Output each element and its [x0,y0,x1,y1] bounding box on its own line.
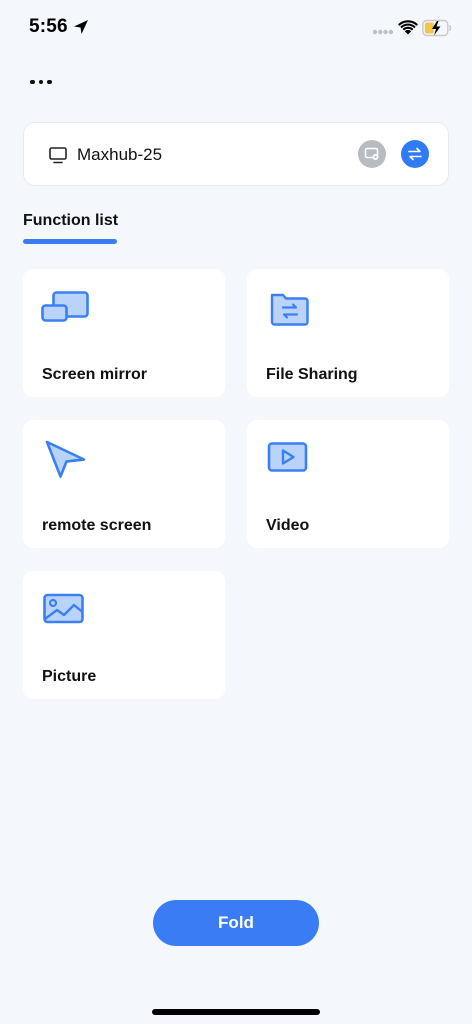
battery-charging-icon [422,19,452,37]
tile-label: File Sharing [266,366,358,383]
status-bar: 5:56 [0,0,472,56]
app-screen: 5:56 Maxhub-25 Function list Screen mirr… [0,0,472,1024]
video-icon [267,442,308,472]
more-dot [30,79,35,85]
remote-screen-icon [45,440,86,478]
status-time: 5:56 [29,16,68,37]
remote-screen-tile[interactable]: remote screen [23,420,225,548]
tab-underline [23,239,117,244]
file-sharing-tile[interactable]: File Sharing [247,269,449,397]
fold-button[interactable]: Fold [153,900,319,946]
tile-label: Video [266,517,310,534]
more-dot [47,79,52,85]
screen-mirror-icon [41,291,89,322]
location-arrow-icon [74,20,88,34]
video-tile[interactable]: Video [247,420,449,548]
more-dot [38,79,43,85]
cellular-signal-icon [372,29,394,35]
disconnect-button[interactable] [358,140,386,168]
tile-label: remote screen [42,517,152,534]
wifi-icon [398,20,418,35]
picture-tile[interactable]: Picture [23,571,225,699]
home-indicator[interactable] [152,1009,320,1015]
function-list-tab[interactable]: Function list [23,212,118,230]
screen-disconnect-icon [364,147,379,160]
picture-icon [43,593,84,624]
monitor-icon [49,147,67,164]
tile-label: Picture [42,668,97,685]
connected-device-card: Maxhub-25 [23,122,449,186]
switch-device-button[interactable] [401,140,429,168]
more-options-button[interactable] [30,70,62,94]
file-sharing-icon [270,293,309,326]
swap-arrows-icon [408,147,422,161]
screen-mirror-tile[interactable]: Screen mirror [23,269,225,397]
tile-label: Screen mirror [42,366,147,383]
device-name: Maxhub-25 [77,145,163,164]
